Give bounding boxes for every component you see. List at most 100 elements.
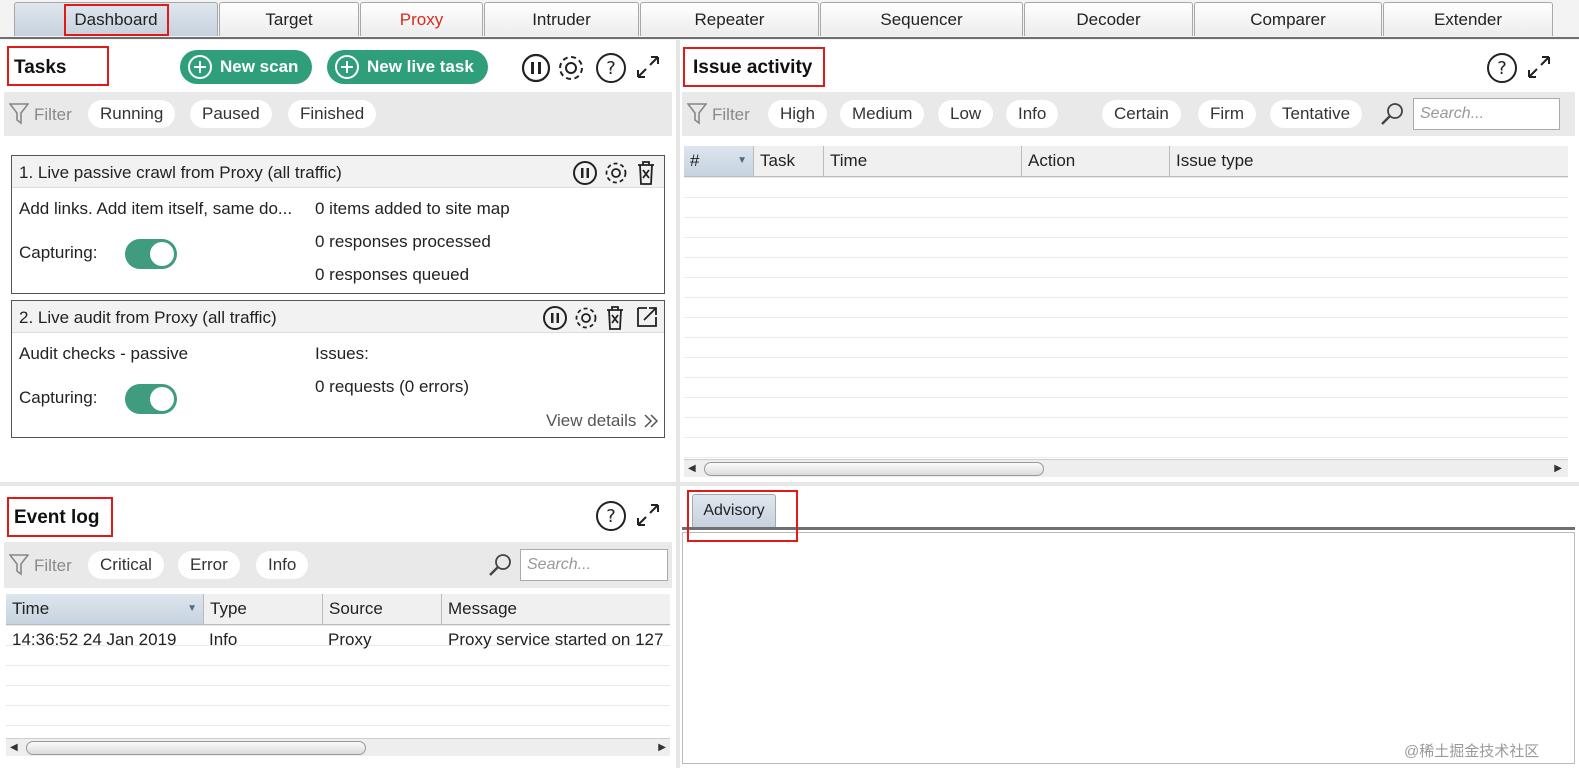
issue-table-body bbox=[684, 177, 1568, 459]
expand-icon[interactable] bbox=[634, 53, 662, 81]
column-task[interactable]: Task bbox=[754, 146, 824, 176]
horizontal-scrollbar[interactable]: ◀ ▶ bbox=[6, 738, 670, 756]
filter-low[interactable]: Low bbox=[938, 100, 994, 128]
column-source[interactable]: Source bbox=[323, 594, 442, 624]
tab-comparer[interactable]: Comparer bbox=[1194, 2, 1382, 36]
column-issue-type[interactable]: Issue type bbox=[1170, 146, 1568, 176]
column-message[interactable]: Message bbox=[442, 594, 670, 624]
settings-gear-icon[interactable] bbox=[555, 52, 587, 84]
help-icon[interactable]: ? bbox=[594, 499, 628, 533]
capturing-toggle[interactable] bbox=[125, 384, 177, 414]
vertical-splitter[interactable] bbox=[676, 40, 680, 768]
new-live-task-button[interactable]: New live task bbox=[327, 50, 488, 84]
scroll-right-icon[interactable]: ▶ bbox=[658, 742, 666, 753]
task-detail: Add links. Add item itself, same do... bbox=[19, 199, 293, 218]
open-external-icon[interactable] bbox=[635, 305, 659, 329]
search-icon bbox=[1381, 103, 1403, 125]
svg-text:?: ? bbox=[606, 506, 616, 527]
filter-icon bbox=[687, 103, 707, 125]
tab-sequencer[interactable]: Sequencer bbox=[820, 2, 1023, 36]
issue-filter-bar: Filter High Medium Low Info Certain Firm… bbox=[682, 92, 1575, 136]
column-time[interactable]: Time ▼ bbox=[6, 594, 204, 624]
stat-requests: 0 requests (0 errors) bbox=[315, 377, 469, 396]
filter-firm[interactable]: Firm bbox=[1198, 100, 1256, 128]
expand-icon[interactable] bbox=[1525, 53, 1553, 81]
search-icon bbox=[489, 554, 511, 576]
pause-all-icon[interactable] bbox=[520, 52, 552, 84]
help-icon[interactable]: ? bbox=[594, 51, 628, 85]
tab-bar-divider bbox=[0, 37, 1579, 39]
scroll-left-icon[interactable]: ◀ bbox=[10, 742, 18, 753]
gear-icon[interactable] bbox=[573, 305, 599, 331]
filter-finished[interactable]: Finished bbox=[288, 100, 377, 128]
view-details-link[interactable]: View details bbox=[546, 411, 636, 431]
plus-circle-icon bbox=[335, 55, 359, 79]
tab-advisory[interactable]: Advisory bbox=[692, 494, 776, 527]
plus-circle-icon bbox=[188, 55, 212, 79]
new-scan-label: New scan bbox=[220, 57, 299, 76]
tab-target[interactable]: Target bbox=[219, 2, 359, 36]
scrollbar-thumb[interactable] bbox=[26, 741, 366, 755]
event-log-search-input[interactable]: Search... bbox=[520, 549, 668, 581]
column-number[interactable]: # ▼ bbox=[684, 146, 754, 176]
tasks-panel: Tasks New scan New live task ? Filter Ru… bbox=[4, 44, 674, 480]
new-scan-button[interactable]: New scan bbox=[180, 50, 313, 84]
issue-search-input[interactable]: Search... bbox=[1413, 98, 1560, 130]
filter-certain[interactable]: Certain bbox=[1102, 100, 1181, 128]
scroll-left-icon[interactable]: ◀ bbox=[688, 463, 696, 474]
stat-responses-queued: 0 responses queued bbox=[315, 265, 470, 284]
table-row[interactable]: 14:36:52 24 Jan 2019 Info Proxy Proxy se… bbox=[6, 626, 670, 652]
double-chevron-right-icon bbox=[644, 414, 659, 428]
filter-label: Filter bbox=[34, 556, 72, 575]
column-time[interactable]: Time bbox=[824, 146, 1022, 176]
pause-icon[interactable] bbox=[572, 160, 598, 186]
delete-icon[interactable] bbox=[635, 159, 657, 187]
tab-proxy[interactable]: Proxy bbox=[360, 2, 483, 36]
tab-extender[interactable]: Extender bbox=[1383, 2, 1553, 36]
svg-text:?: ? bbox=[1497, 58, 1507, 79]
advisory-content bbox=[682, 532, 1575, 764]
filter-info[interactable]: Info bbox=[1006, 100, 1059, 128]
tab-repeater[interactable]: Repeater bbox=[640, 2, 819, 36]
filter-medium[interactable]: Medium bbox=[840, 100, 925, 128]
filter-high[interactable]: High bbox=[768, 100, 827, 128]
task-card-1[interactable]: 1. Live passive crawl from Proxy (all tr… bbox=[11, 155, 665, 294]
event-log-title: Event log bbox=[14, 507, 100, 528]
stat-issues: Issues: bbox=[315, 344, 369, 363]
scrollbar-thumb[interactable] bbox=[704, 462, 1044, 476]
expand-icon[interactable] bbox=[634, 501, 662, 529]
tasks-filter-bar: Filter Running Paused Finished bbox=[4, 92, 672, 136]
horizontal-splitter-left[interactable] bbox=[0, 482, 676, 486]
column-type[interactable]: Type bbox=[204, 594, 323, 624]
task-title: 1. Live passive crawl from Proxy (all tr… bbox=[19, 163, 342, 182]
horizontal-splitter-right[interactable] bbox=[680, 482, 1579, 486]
task-detail: Audit checks - passive bbox=[19, 344, 189, 363]
pause-icon[interactable] bbox=[542, 305, 568, 331]
help-icon[interactable]: ? bbox=[1485, 51, 1519, 85]
filter-critical[interactable]: Critical bbox=[88, 551, 164, 579]
cell-source: Proxy bbox=[328, 630, 372, 649]
tab-decoder[interactable]: Decoder bbox=[1024, 2, 1193, 36]
tasks-title: Tasks bbox=[14, 57, 67, 78]
column-action[interactable]: Action bbox=[1022, 146, 1170, 176]
horizontal-scrollbar[interactable]: ◀ ▶ bbox=[684, 459, 1568, 477]
capturing-toggle[interactable] bbox=[125, 239, 177, 269]
filter-label: Filter bbox=[712, 105, 750, 124]
advisory-tab-line bbox=[682, 527, 1575, 530]
filter-error[interactable]: Error bbox=[178, 551, 240, 579]
tab-dashboard[interactable]: Dashboard bbox=[14, 2, 218, 36]
filter-info[interactable]: Info bbox=[256, 551, 309, 579]
issue-activity-title: Issue activity bbox=[693, 57, 813, 78]
filter-tentative[interactable]: Tentative bbox=[1270, 100, 1363, 128]
delete-icon[interactable] bbox=[604, 304, 626, 332]
stat-responses-processed: 0 responses processed bbox=[315, 232, 491, 251]
task-card-2[interactable]: 2. Live audit from Proxy (all traffic) A… bbox=[11, 300, 665, 438]
event-log-table-header: Time ▼ Type Source Message bbox=[6, 594, 670, 625]
gear-icon[interactable] bbox=[603, 160, 629, 186]
task-title: 2. Live audit from Proxy (all traffic) bbox=[19, 308, 277, 327]
stat-items-added: 0 items added to site map bbox=[315, 199, 510, 218]
filter-paused[interactable]: Paused bbox=[190, 100, 272, 128]
scroll-right-icon[interactable]: ▶ bbox=[1554, 463, 1562, 474]
tab-intruder[interactable]: Intruder bbox=[484, 2, 639, 36]
filter-running[interactable]: Running bbox=[88, 100, 176, 128]
